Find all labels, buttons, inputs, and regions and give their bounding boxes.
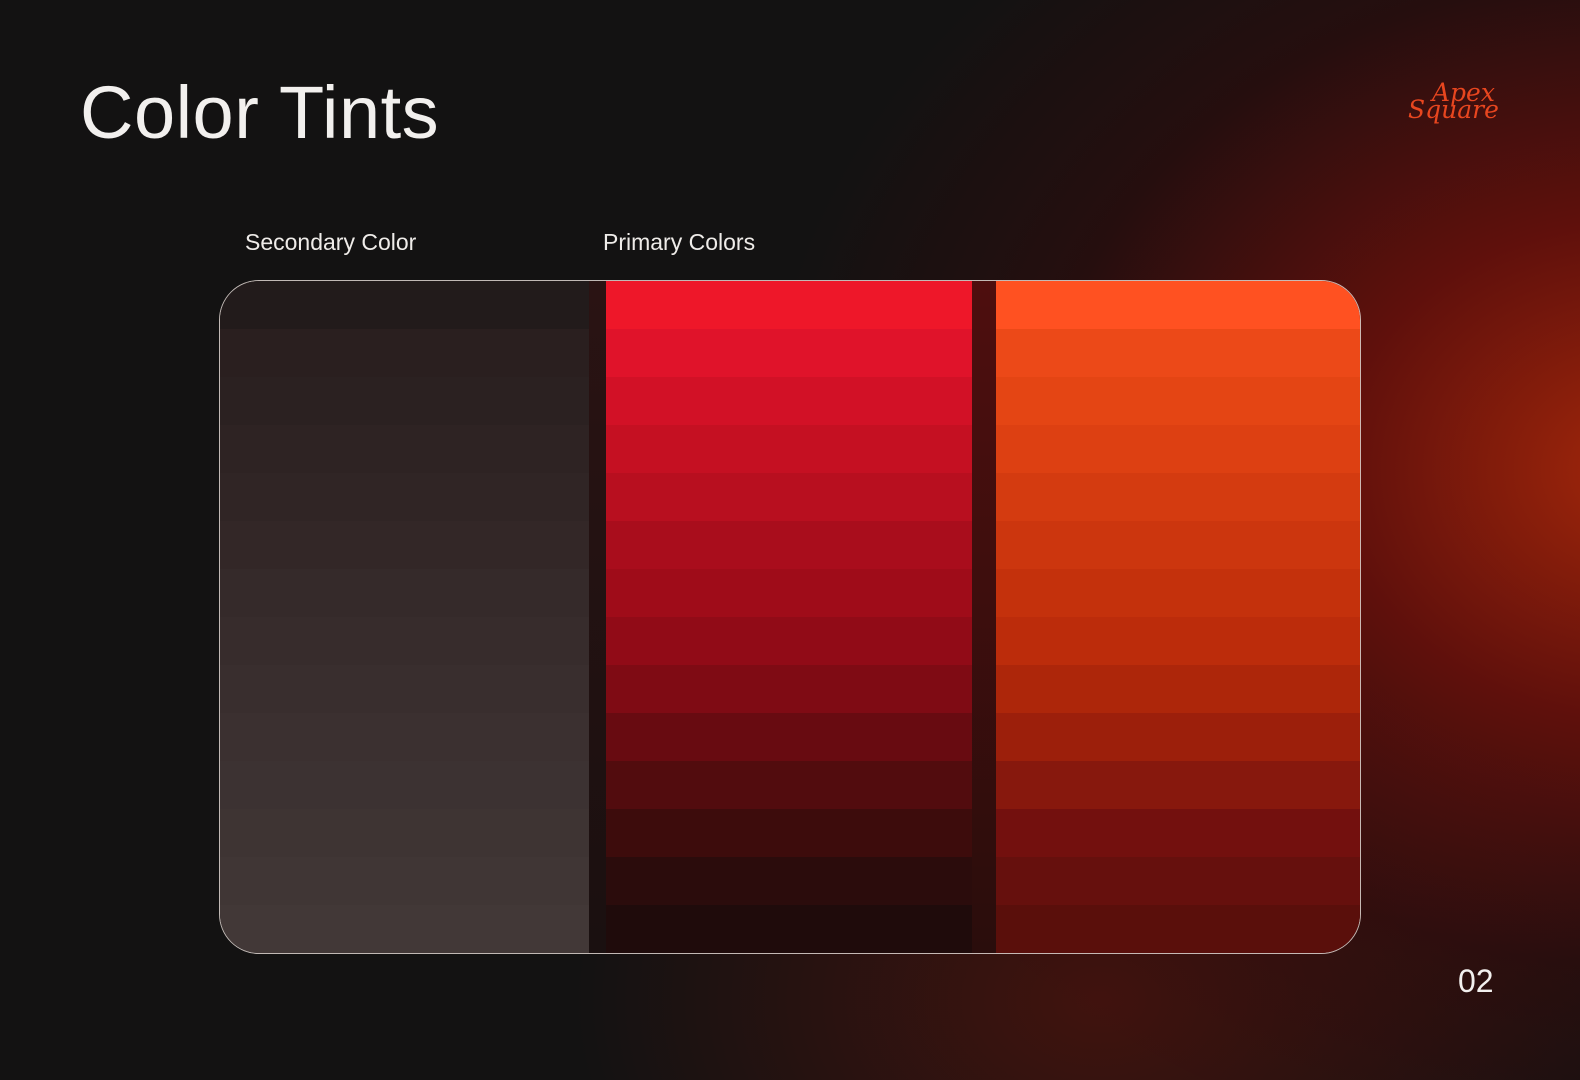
orange-tint-swatch xyxy=(996,377,1360,425)
orange-tint-swatch xyxy=(996,905,1360,953)
red-tint-swatch xyxy=(606,665,972,713)
red-tint-swatch xyxy=(606,713,972,761)
secondary-tint-swatch xyxy=(220,329,589,377)
column-divider xyxy=(972,281,996,953)
red-tint-swatch xyxy=(606,521,972,569)
page-title: Color Tints xyxy=(80,71,440,154)
orange-tint-swatch xyxy=(996,809,1360,857)
secondary-tint-swatch xyxy=(220,521,589,569)
secondary-tint-column xyxy=(220,281,589,953)
brand-logo: Apex Square xyxy=(1408,80,1499,124)
secondary-tint-swatch xyxy=(220,905,589,953)
secondary-tint-swatch xyxy=(220,473,589,521)
red-tint-swatch xyxy=(606,809,972,857)
red-tint-swatch xyxy=(606,857,972,905)
orange-tint-swatch xyxy=(996,425,1360,473)
primary-red-tint-column xyxy=(606,281,972,953)
orange-tint-swatch xyxy=(996,281,1360,329)
orange-tint-swatch xyxy=(996,857,1360,905)
orange-tint-swatch xyxy=(996,665,1360,713)
red-tint-swatch xyxy=(606,281,972,329)
red-tint-swatch xyxy=(606,425,972,473)
red-tint-swatch xyxy=(606,329,972,377)
orange-tint-swatch xyxy=(996,761,1360,809)
secondary-tint-swatch xyxy=(220,617,589,665)
orange-tint-swatch xyxy=(996,713,1360,761)
logo-line-2: Square xyxy=(1408,95,1499,124)
secondary-tint-swatch xyxy=(220,761,589,809)
orange-tint-swatch xyxy=(996,473,1360,521)
red-tint-swatch xyxy=(606,377,972,425)
primary-orange-tint-column xyxy=(996,281,1360,953)
secondary-tint-swatch xyxy=(220,665,589,713)
orange-tint-swatch xyxy=(996,329,1360,377)
orange-tint-swatch xyxy=(996,521,1360,569)
secondary-tint-swatch xyxy=(220,713,589,761)
secondary-tint-swatch xyxy=(220,281,589,329)
orange-tint-swatch xyxy=(996,617,1360,665)
primary-colors-label: Primary Colors xyxy=(603,229,756,255)
red-tint-swatch xyxy=(606,569,972,617)
red-tint-swatch xyxy=(606,473,972,521)
red-tint-swatch xyxy=(606,761,972,809)
secondary-tint-swatch xyxy=(220,857,589,905)
column-divider xyxy=(589,281,606,953)
page-number: 02 xyxy=(1458,963,1494,999)
secondary-tint-swatch xyxy=(220,425,589,473)
red-tint-swatch xyxy=(606,617,972,665)
secondary-color-label: Secondary Color xyxy=(245,229,417,255)
color-tints-panel xyxy=(219,280,1361,954)
secondary-tint-swatch xyxy=(220,569,589,617)
secondary-tint-swatch xyxy=(220,377,589,425)
red-tint-swatch xyxy=(606,905,972,953)
orange-tint-swatch xyxy=(996,569,1360,617)
secondary-tint-swatch xyxy=(220,809,589,857)
